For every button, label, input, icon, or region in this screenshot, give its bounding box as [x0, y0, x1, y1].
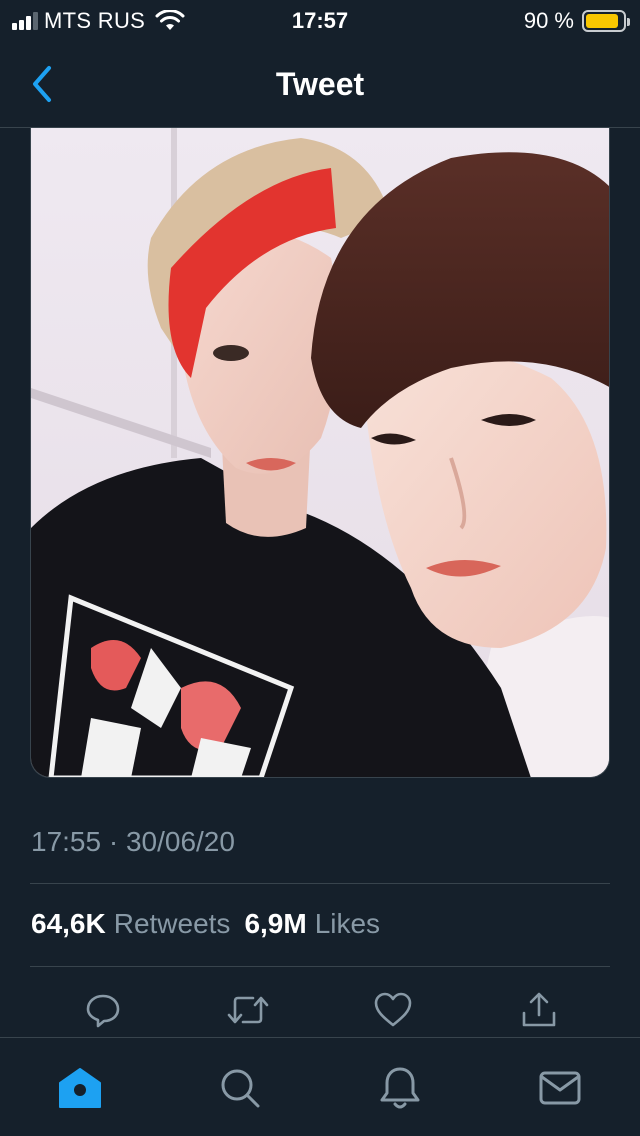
divider [30, 966, 610, 967]
likes-count[interactable]: 6,9M [244, 908, 306, 940]
share-button[interactable] [514, 985, 564, 1035]
home-icon [59, 1068, 101, 1108]
search-icon [221, 1069, 260, 1108]
heart-icon [374, 992, 412, 1027]
likes-label[interactable]: Likes [315, 908, 380, 940]
tweet-detail-screen: MTS RUS 17:57 90 % Tweet 17:55 · 30/06/2… [0, 0, 640, 1136]
nav-bar: Tweet [0, 42, 640, 128]
retweets-label[interactable]: Retweets [114, 908, 231, 940]
tweet-photo[interactable] [30, 128, 610, 778]
bell-icon [380, 1067, 420, 1109]
tweet-timestamp: 17:55 · 30/06/20 [31, 826, 235, 857]
tweet-stats: 64,6K Retweets 6,9M Likes [31, 908, 394, 940]
speech-bubble-icon [86, 994, 120, 1028]
retweet-arrows-icon [227, 996, 269, 1024]
tab-notifications[interactable] [372, 1060, 428, 1116]
tweet-action-bar [30, 985, 610, 1035]
divider [30, 883, 610, 884]
status-bar: MTS RUS 17:57 90 % [0, 0, 640, 42]
share-upload-icon [522, 992, 556, 1027]
tab-messages[interactable] [532, 1060, 588, 1116]
battery-icon [582, 10, 630, 32]
tab-search[interactable] [212, 1060, 268, 1116]
envelope-icon [539, 1071, 581, 1105]
page-title: Tweet [275, 66, 365, 102]
like-button[interactable] [368, 985, 418, 1035]
retweet-button[interactable] [223, 985, 273, 1035]
tab-home[interactable] [52, 1060, 108, 1116]
battery-fill [586, 14, 619, 28]
bottom-tab-bar [0, 1037, 640, 1136]
battery-percent: 90 % [523, 8, 574, 33]
status-right: 90 % [523, 8, 630, 34]
retweets-count[interactable]: 64,6K [31, 908, 106, 940]
reply-button[interactable] [78, 985, 128, 1035]
